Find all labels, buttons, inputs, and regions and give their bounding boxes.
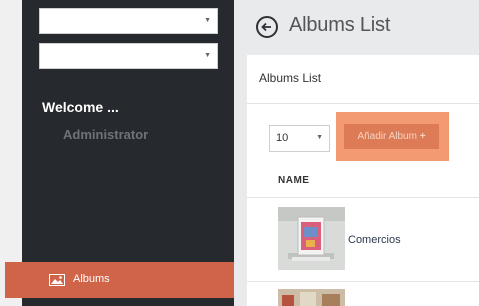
panel-title: Albums List: [259, 71, 322, 85]
sidebar-dropdown-1[interactable]: ▼: [39, 8, 218, 34]
caret-down-icon: ▼: [204, 52, 211, 59]
per-page-select[interactable]: 10 ▼: [269, 125, 330, 152]
divider: [247, 281, 479, 282]
sidebar-item-albums[interactable]: Albums: [5, 262, 247, 298]
caret-down-icon: ▼: [204, 17, 211, 24]
image-icon: [49, 274, 65, 286]
arrow-left-circle-icon: [261, 22, 271, 32]
per-page-value: 10: [276, 132, 289, 144]
page-title: Albums List: [289, 14, 391, 36]
plus-icon: +: [419, 131, 426, 142]
panel-header: Albums List: [247, 55, 479, 104]
sidebar-item-label: Albums: [73, 273, 110, 285]
user-name: Administrator: [63, 127, 149, 142]
albums-panel: Albums List 10 ▼ Añadir Album + NAME Com…: [247, 55, 479, 306]
welcome-text: Welcome ...: [42, 99, 119, 115]
back-button[interactable]: [256, 16, 278, 38]
divider: [247, 197, 479, 198]
caret-down-icon: ▼: [316, 134, 323, 141]
sidebar: ▼ ▼ Welcome ... Administrator: [22, 0, 234, 306]
main-content: Albums List Albums List 10 ▼ Añadir Albu…: [234, 0, 479, 306]
album-thumbnail[interactable]: [278, 207, 345, 270]
add-album-button[interactable]: Añadir Album +: [344, 124, 439, 149]
left-strip: [0, 0, 22, 306]
add-button-highlight: Añadir Album +: [336, 112, 449, 161]
album-thumbnail[interactable]: [278, 289, 345, 306]
column-header-name: NAME: [278, 175, 310, 186]
add-album-label: Añadir Album: [357, 131, 417, 142]
sidebar-dropdown-2[interactable]: ▼: [39, 43, 218, 69]
album-name-link[interactable]: Comercios: [348, 234, 401, 246]
